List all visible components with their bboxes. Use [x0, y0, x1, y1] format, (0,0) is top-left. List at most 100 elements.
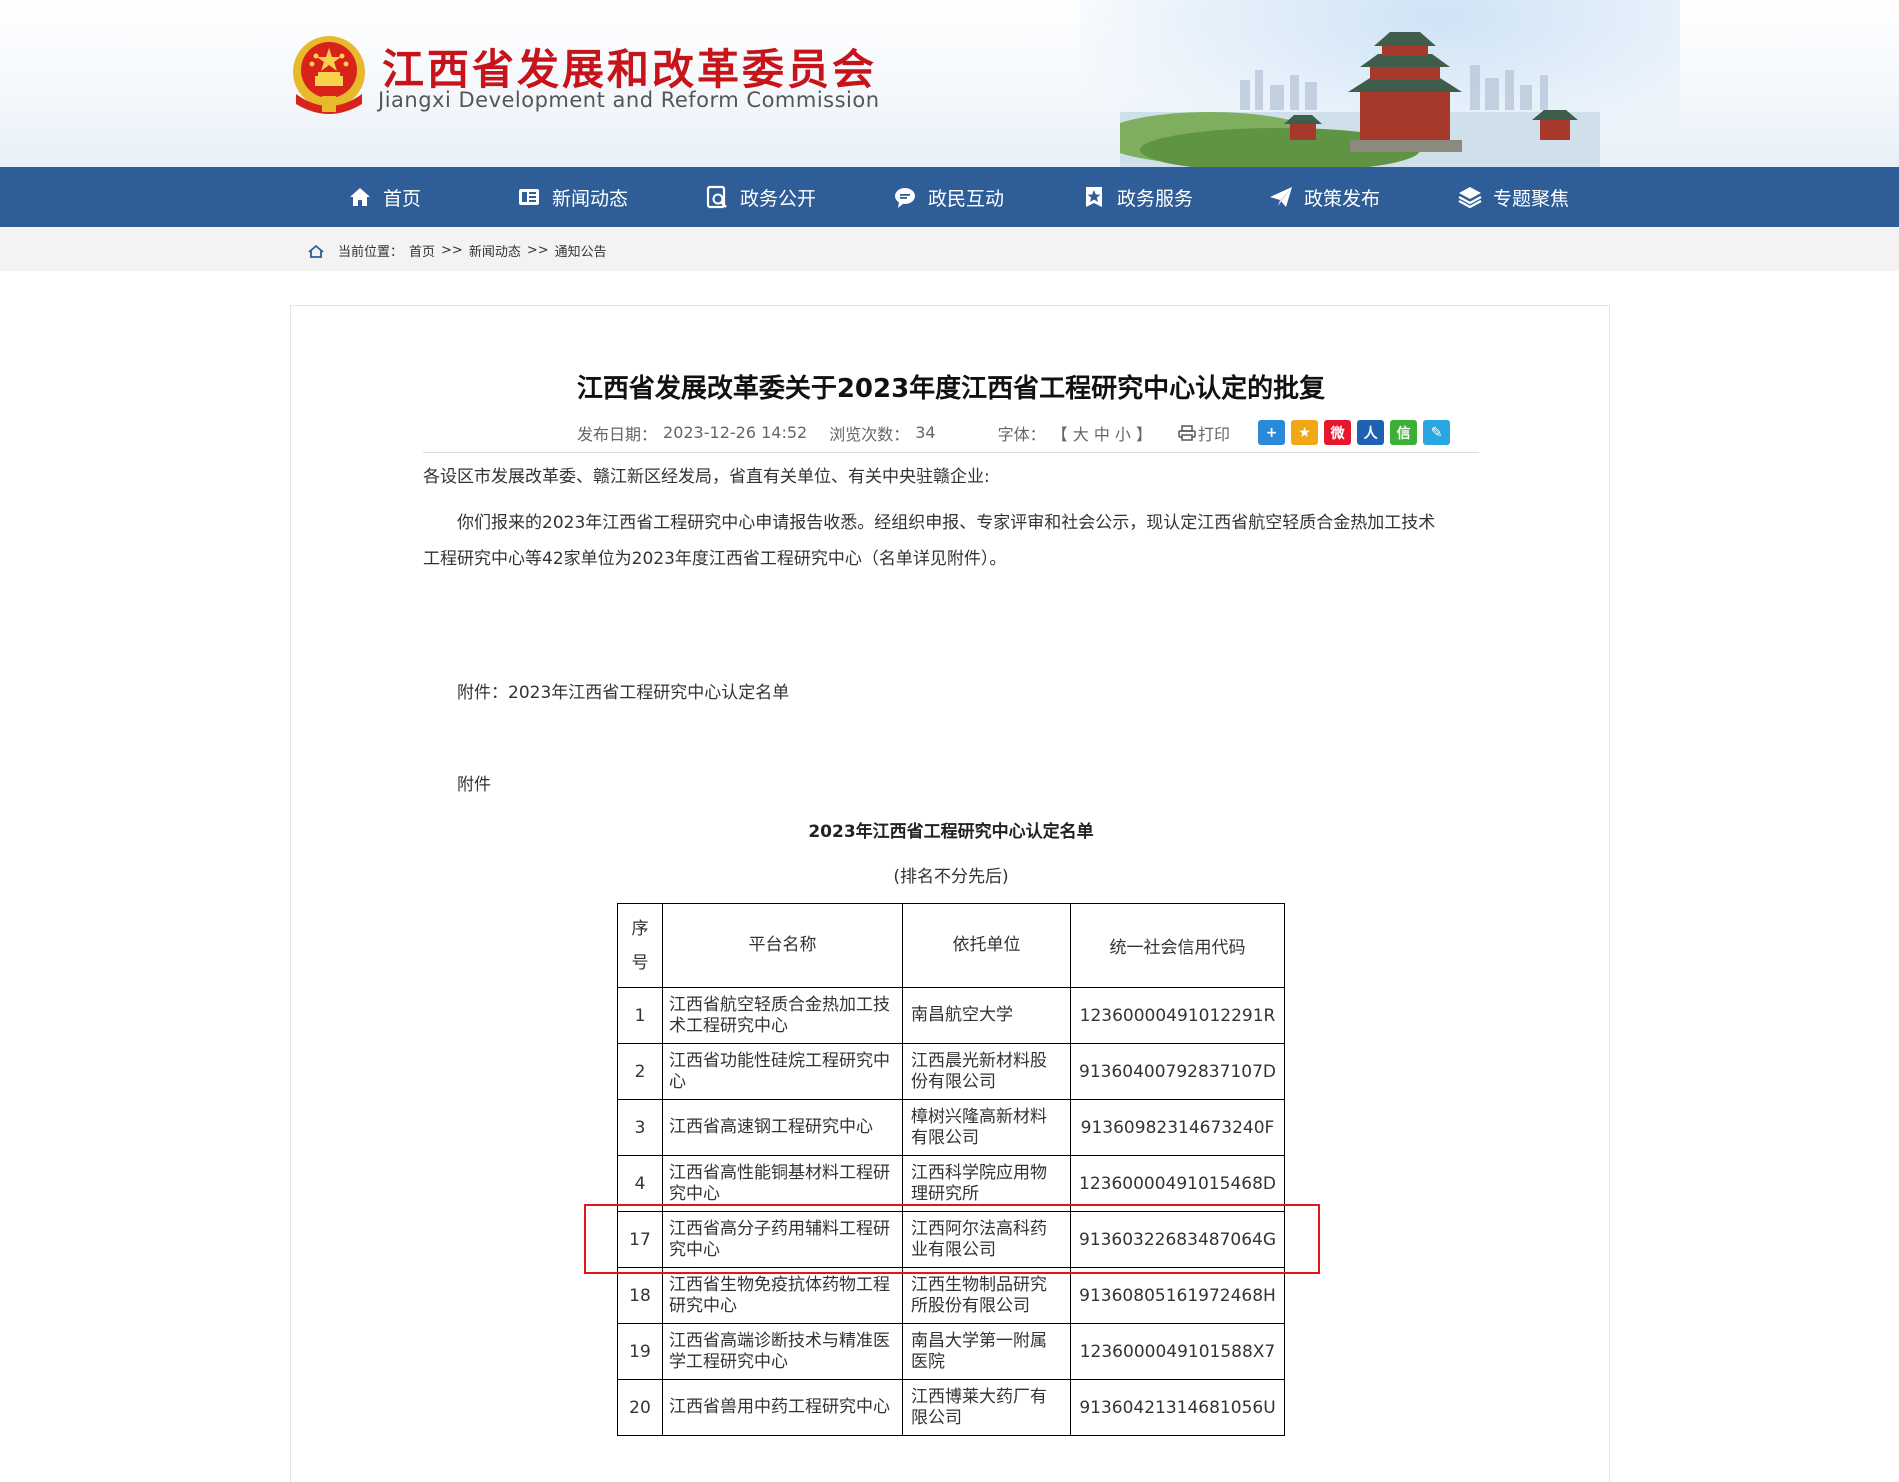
centers-table: 序号 平台名称 依托单位 统一社会信用代码 1 江西省航空轻质合金热加工技术工程…: [617, 903, 1285, 1436]
nav-label: 政策发布: [1304, 187, 1381, 210]
cell-no: 1: [617, 987, 663, 1044]
table-title: 2023年江西省工程研究中心认定名单: [808, 822, 1094, 842]
article-meta: 发布日期： 2023-12-26 14:52 浏览次数： 34 字体： 【 大 …: [527, 420, 1451, 445]
cell-no: 19: [617, 1323, 663, 1380]
highlight-annotation-box: [584, 1204, 1320, 1274]
views-label: 浏览次数：: [829, 424, 910, 444]
table-row: 18 江西省生物免疫抗体药物工程研究中心 江西生物制品研究所股份有限公司 913…: [617, 1267, 1285, 1324]
font-label: 字体：: [997, 424, 1046, 444]
cell-code: 1236000049101588X7: [1070, 1323, 1285, 1380]
font-bracket-open: 【: [1051, 424, 1068, 444]
cell-unit: 樟树兴隆高新材料有限公司: [902, 1099, 1071, 1156]
cell-platform: 江西省高端诊断技术与精准医学工程研究中心: [662, 1323, 903, 1380]
print-label: 打印: [1198, 424, 1231, 444]
font-medium-button[interactable]: 中: [1094, 425, 1110, 444]
site-header: 江西省发展和改革委员会 Jiangxi Development and Refo…: [0, 0, 1899, 167]
star-doc-icon: [1086, 187, 1102, 207]
breadcrumb-separator: >>: [441, 243, 463, 258]
main-nav: 首页 新闻动态 政务公开 政民互动 政务服务 政策发布 专题聚焦: [0, 167, 1899, 227]
nav-item-home[interactable]: 首页: [347, 167, 421, 227]
renren-icon[interactable]: 人: [1357, 420, 1385, 445]
cell-code: 91360982314673240F: [1070, 1099, 1285, 1156]
body-line-2: 工程研究中心等42家单位为2023年度江西省工程研究中心（名单详见附件）。: [423, 549, 1007, 569]
publish-date: 2023-12-26 14:52: [663, 423, 808, 442]
nav-item-interaction[interactable]: 政民互动: [892, 167, 1004, 227]
cell-no: 2: [617, 1043, 663, 1100]
paper-plane-icon: [1270, 187, 1292, 207]
header-platform: 平台名称: [662, 903, 903, 988]
home-icon: [308, 244, 324, 258]
table-row: 3 江西省高速钢工程研究中心 樟树兴隆高新材料有限公司 913609823146…: [617, 1099, 1285, 1156]
attachment-line: 附件：2023年江西省工程研究中心认定名单: [457, 683, 790, 703]
table-row: 1 江西省航空轻质合金热加工技术工程研究中心 南昌航空大学 1236000049…: [617, 987, 1285, 1044]
breadcrumb-news-link[interactable]: 新闻动态: [469, 241, 521, 260]
cell-unit: 南昌大学第一附属医院: [902, 1323, 1071, 1380]
cell-unit: 江西生物制品研究所股份有限公司: [902, 1267, 1071, 1324]
cell-code: 91360805161972468H: [1070, 1267, 1285, 1324]
nav-label: 政民互动: [928, 187, 1005, 210]
view-count: 34: [915, 423, 936, 442]
site-subtitle: Jiangxi Development and Reform Commissio…: [378, 88, 880, 112]
breadcrumb-bar: 当前位置： 首页 >> 新闻动态 >> 通知公告: [0, 227, 1899, 271]
chat-icon: [895, 188, 915, 208]
table-header-row: 序号 平台名称 依托单位 统一社会信用代码: [617, 903, 1285, 988]
layers-icon: [1458, 187, 1482, 209]
publish-label: 发布日期：: [577, 424, 658, 444]
article-title: 江西省发展改革委关于2023年度江西省工程研究中心认定的批复: [576, 374, 1326, 404]
nav-item-gov-info[interactable]: 政务公开: [704, 167, 816, 227]
nav-item-services[interactable]: 政务服务: [1081, 167, 1193, 227]
font-size-control: 【 大 中 小 】: [1052, 421, 1152, 445]
nav-label: 新闻动态: [552, 187, 629, 210]
cell-no: 3: [617, 1099, 663, 1156]
breadcrumb-home-link[interactable]: 首页: [409, 241, 435, 260]
wechat-icon[interactable]: 信: [1390, 420, 1418, 445]
cell-platform: 江西省高速钢工程研究中心: [662, 1099, 903, 1156]
font-small-button[interactable]: 小: [1115, 425, 1131, 444]
nav-label: 政务公开: [740, 187, 817, 210]
attachment-heading: 附件: [457, 775, 491, 795]
table-row: 19 江西省高端诊断技术与精准医学工程研究中心 南昌大学第一附属医院 12360…: [617, 1323, 1285, 1380]
header-unit: 依托单位: [902, 903, 1071, 988]
cell-platform: 江西省兽用中药工程研究中心: [662, 1379, 903, 1436]
salutation: 各设区市发展改革委、赣江新区经发局，省直有关单位、有关中央驻赣企业:: [423, 467, 990, 487]
cell-platform: 江西省航空轻质合金热加工技术工程研究中心: [662, 987, 903, 1044]
cell-no: 18: [617, 1267, 663, 1324]
weibo-icon[interactable]: 微: [1324, 420, 1352, 445]
table-row: 2 江西省功能性硅烷工程研究中心 江西晨光新材料股份有限公司 913604007…: [617, 1043, 1285, 1100]
national-emblem-icon: [293, 36, 365, 114]
header-serial-1: 序: [631, 918, 649, 939]
qzone-icon[interactable]: ★: [1291, 420, 1319, 445]
nav-label: 专题聚焦: [1493, 187, 1570, 210]
breadcrumb-notice-link[interactable]: 通知公告: [555, 241, 607, 260]
edit-icon[interactable]: ✎: [1423, 420, 1451, 445]
share-more-icon[interactable]: +: [1258, 420, 1286, 445]
cell-unit: 南昌航空大学: [902, 987, 1071, 1044]
article-panel: 江西省发展改革委关于2023年度江西省工程研究中心认定的批复 发布日期： 202…: [290, 305, 1610, 1482]
cell-code: 12360000491012291R: [1070, 987, 1285, 1044]
cell-code: 91360421314681056U: [1070, 1379, 1285, 1436]
cell-platform: 江西省功能性硅烷工程研究中心: [662, 1043, 903, 1100]
cell-code: 91360400792837107D: [1070, 1043, 1285, 1100]
table-row: 20 江西省兽用中药工程研究中心 江西博莱大药厂有限公司 91360421314…: [617, 1379, 1285, 1436]
cell-unit: 江西博莱大药厂有限公司: [902, 1379, 1071, 1436]
cell-unit: 江西晨光新材料股份有限公司: [902, 1043, 1071, 1100]
font-large-button[interactable]: 大: [1073, 425, 1089, 444]
nav-label: 首页: [383, 187, 422, 210]
font-bracket-close: 】: [1136, 424, 1153, 444]
title-divider: [423, 452, 1479, 453]
printer-icon: [1178, 424, 1196, 441]
nav-item-news[interactable]: 新闻动态: [516, 167, 628, 227]
pavilion-scenery-image: [1120, 32, 1600, 167]
breadcrumb-separator: >>: [526, 243, 549, 258]
nav-item-topics[interactable]: 专题聚焦: [1457, 167, 1569, 227]
header-credit-code: 统一社会信用代码: [1070, 903, 1285, 988]
breadcrumb: 当前位置： 首页 >> 新闻动态 >> 通知公告: [308, 241, 607, 260]
nav-item-policy[interactable]: 政策发布: [1268, 167, 1380, 227]
cell-platform: 江西省生物免疫抗体药物工程研究中心: [662, 1267, 903, 1324]
share-toolbar: + ★ 微人信 ✎: [1258, 420, 1451, 445]
table-subtitle: (排名不分先后): [893, 867, 1009, 887]
cell-no: 20: [617, 1379, 663, 1436]
print-button[interactable]: 打印: [1178, 421, 1230, 445]
search-doc-icon: [706, 185, 727, 209]
news-icon: [519, 189, 539, 205]
